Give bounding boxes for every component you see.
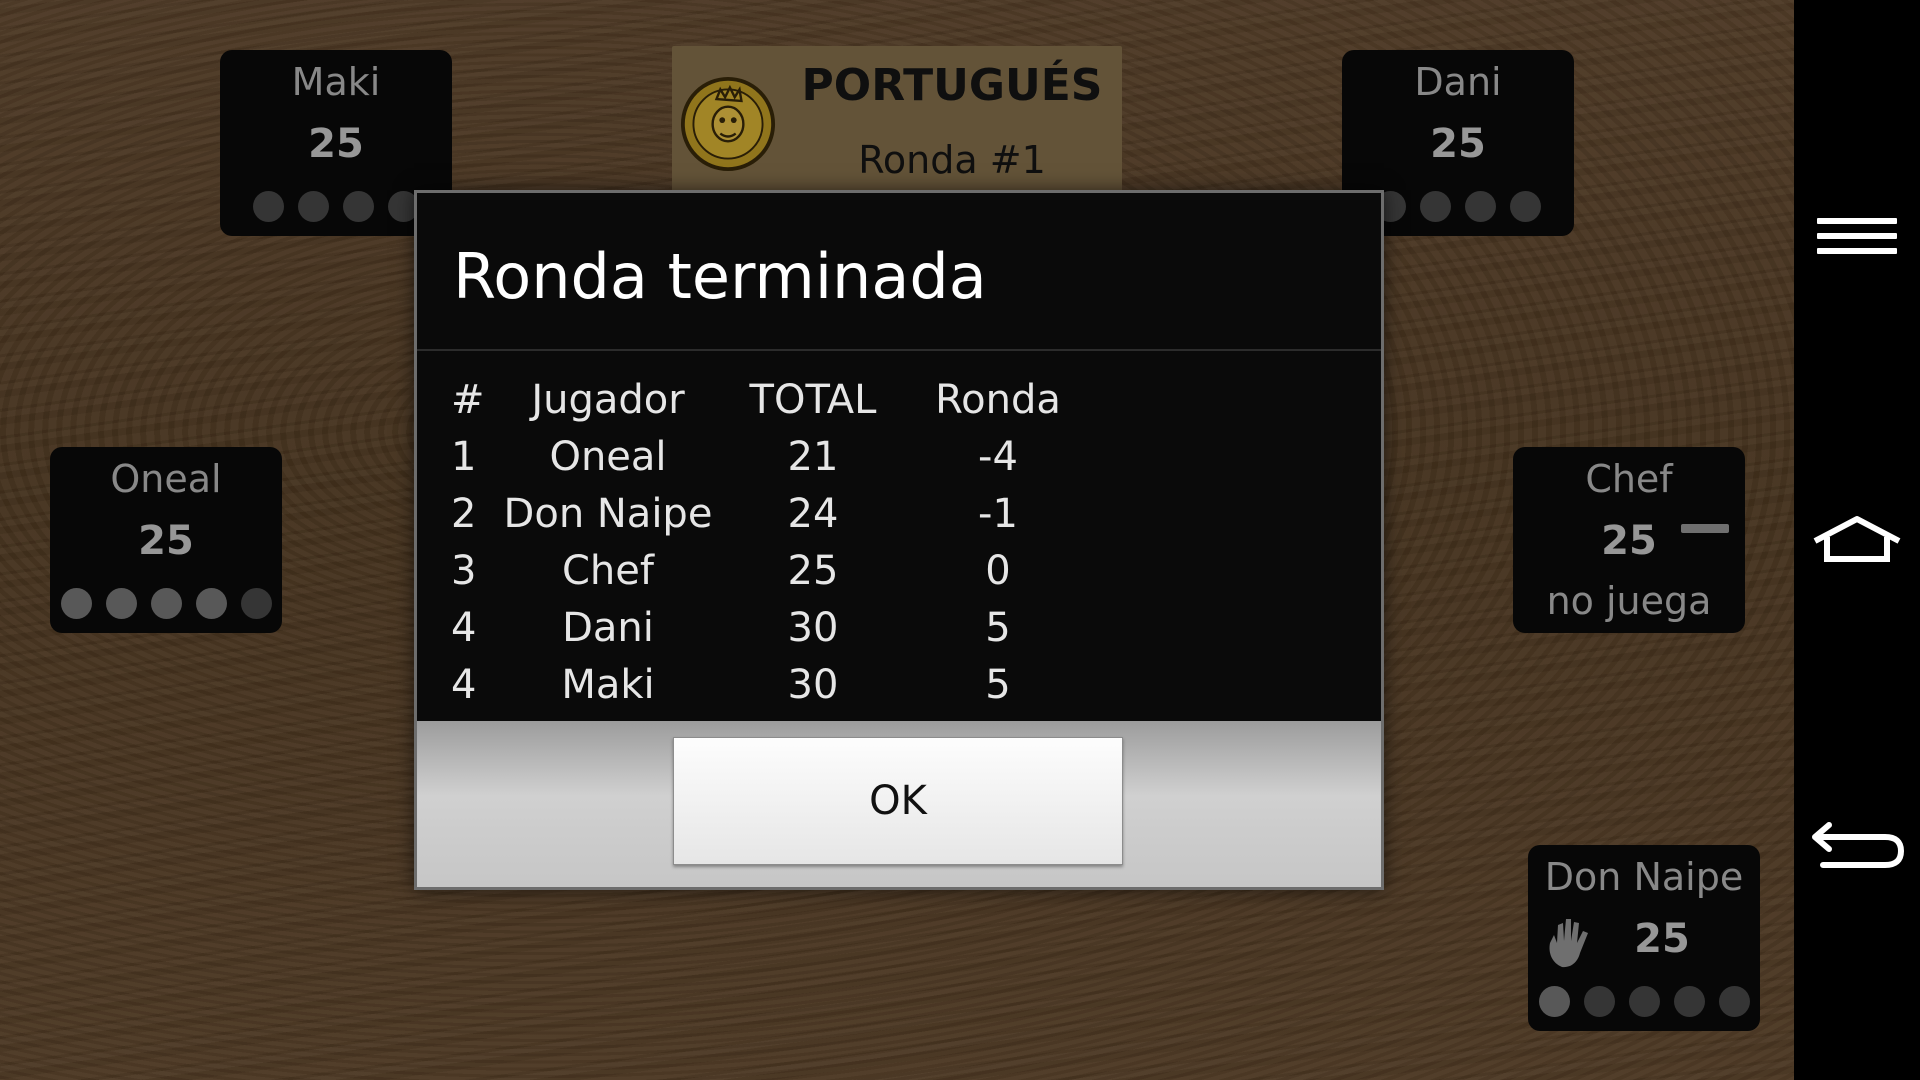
cell-round: -1 xyxy=(978,490,1018,537)
cell-round: 5 xyxy=(985,604,1011,651)
cell-rank: 3 xyxy=(451,547,477,594)
cell-player: Maki xyxy=(561,661,655,708)
home-icon[interactable] xyxy=(1794,490,1920,590)
cell-total: 30 xyxy=(787,661,839,708)
cell-player: Dani xyxy=(562,604,654,651)
cell-rank: 4 xyxy=(451,661,477,708)
table-row: 2 Don Naipe 24 -1 xyxy=(451,485,1093,542)
cell-player: Chef xyxy=(562,547,654,594)
round-finished-dialog: Ronda terminada # Jugador TOTAL Ronda 1 … xyxy=(414,190,1384,890)
score-table: # Jugador TOTAL Ronda 1 Oneal 21 -4 2 Do… xyxy=(451,371,1093,713)
cell-rank: 4 xyxy=(451,604,477,651)
header-round: Ronda xyxy=(935,376,1061,423)
cell-rank: 1 xyxy=(451,433,477,480)
cell-total: 24 xyxy=(787,490,839,537)
cell-player: Don Naipe xyxy=(503,490,713,537)
cell-round: 0 xyxy=(985,547,1011,594)
cell-total: 21 xyxy=(787,433,839,480)
header-total: TOTAL xyxy=(749,376,877,423)
cell-round: 5 xyxy=(985,661,1011,708)
dialog-divider xyxy=(417,349,1381,351)
menu-icon[interactable] xyxy=(1794,186,1920,286)
cell-round: -4 xyxy=(978,433,1018,480)
table-row: 3 Chef 25 0 xyxy=(451,542,1093,599)
table-header-row: # Jugador TOTAL Ronda xyxy=(451,371,1093,428)
ok-button[interactable]: OK xyxy=(673,737,1123,865)
cell-rank: 2 xyxy=(451,490,477,537)
cell-total: 25 xyxy=(787,547,839,594)
navigation-bar xyxy=(1794,0,1920,1080)
table-row: 4 Dani 30 5 xyxy=(451,599,1093,656)
header-rank: # xyxy=(451,376,485,423)
dialog-footer: OK xyxy=(417,721,1381,887)
table-row: 1 Oneal 21 -4 xyxy=(451,428,1093,485)
cell-total: 30 xyxy=(787,604,839,651)
table-row: 4 Maki 30 5 xyxy=(451,656,1093,713)
header-player: Jugador xyxy=(531,376,685,423)
dialog-title: Ronda terminada xyxy=(453,240,987,313)
cell-player: Oneal xyxy=(549,433,667,480)
back-icon[interactable] xyxy=(1794,795,1920,895)
